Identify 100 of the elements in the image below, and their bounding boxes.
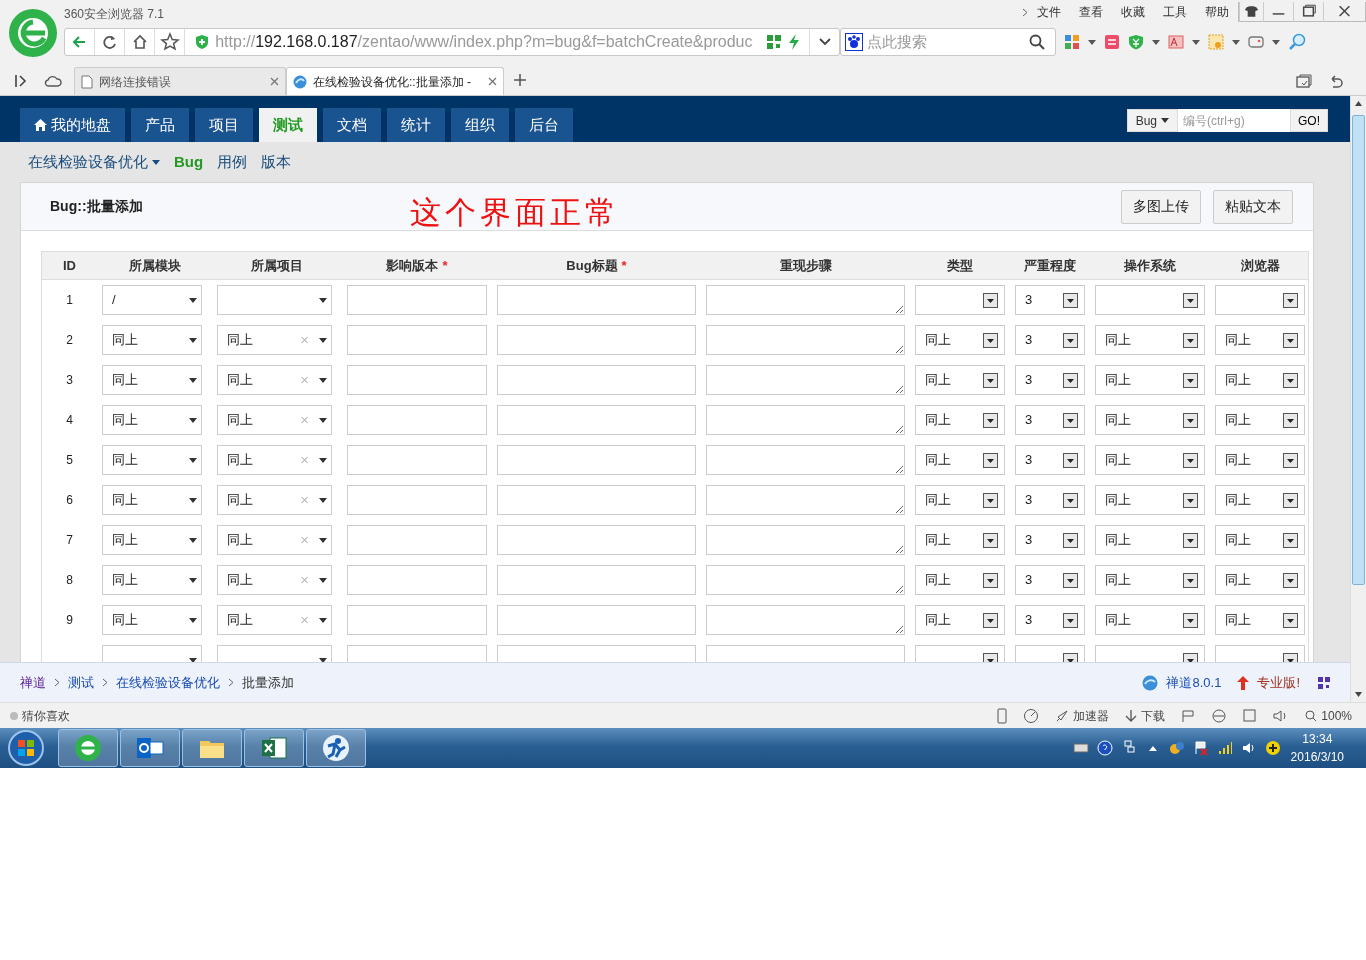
menu-item[interactable]: 文件 [1028,0,1070,24]
panel-title: Bug::批量添加 [50,197,144,216]
version-link[interactable]: 禅道8.0.1 [1166,672,1222,693]
search-type-dropdown[interactable]: Bug [1126,109,1178,132]
download-link[interactable]: 下载 [1141,706,1166,725]
breadcrumb-link[interactable]: 测试 [68,672,94,693]
nav-tab[interactable]: 后台 [515,108,573,142]
subnav-link[interactable]: 在线检验设备优化 [28,150,160,174]
module-select[interactable]: 同上 [102,445,202,475]
row-id: 8 [65,572,74,589]
type-select[interactable]: 同上 [915,365,1005,395]
severity-select[interactable]: 3 [1015,405,1085,435]
nav-tab[interactable]: 我的地盘 [20,108,125,142]
breadcrumb-link[interactable]: 禅道 [20,672,46,693]
column-header: 重现步骤 [778,256,833,275]
module-select[interactable]: 同上 [102,565,202,595]
project-select[interactable]: 同上 × [217,405,332,435]
browser-select[interactable]: 同上 [1215,445,1305,475]
project-select[interactable]: 同上 × [217,445,332,475]
project-select[interactable]: 同上 × [217,365,332,395]
zoom-level[interactable]: 100% [1321,706,1352,725]
row-id: 1 [65,292,74,309]
os-select[interactable]: 同上 [1095,565,1205,595]
type-select[interactable]: 同上 [915,445,1005,475]
status-text[interactable]: 猜你喜欢 [22,706,70,725]
column-header: 所属模块 [127,256,182,275]
os-select[interactable]: 同上 [1095,405,1205,435]
browser-select[interactable]: 同上 [1215,485,1305,515]
nav-tab[interactable]: 组织 [451,108,509,142]
column-header: 操作系统 [1123,256,1177,275]
type-select[interactable]: 同上 [915,525,1005,555]
browser-select[interactable]: 同上 [1215,325,1305,355]
os-select[interactable]: 同上 [1095,365,1205,395]
project-select[interactable]: 同上 × [217,485,332,515]
severity-select[interactable]: 3 [1015,565,1085,595]
type-select[interactable]: 同上 [915,325,1005,355]
os-select[interactable]: 同上 [1095,485,1205,515]
project-select[interactable]: 同上 × [217,325,332,355]
subnav-link[interactable]: 用例 [217,150,248,174]
row-id: 6 [65,492,74,509]
project-select[interactable]: 同上 × [217,605,332,635]
row-id: 3 [65,372,74,389]
module-select[interactable]: 同上 [102,485,202,515]
nav-tab[interactable]: 产品 [131,108,189,142]
toolbar-button[interactable]: 多图上传 [1121,189,1201,224]
browser-tab[interactable]: 网络连接错误 [74,67,286,95]
accelerator-link[interactable]: 加速器 [1073,706,1110,725]
column-header: 所属项目 [250,256,304,275]
menu-item[interactable]: 帮助 [1196,0,1238,24]
type-select[interactable]: 同上 [915,485,1005,515]
type-select[interactable]: 同上 [915,605,1005,635]
module-select[interactable]: 同上 [102,405,202,435]
severity-select[interactable]: 3 [1015,485,1085,515]
column-header: 严重程度 [1023,256,1077,275]
breadcrumb-link[interactable]: 在线检验设备优化 [116,672,220,693]
module-select[interactable]: 同上 [102,605,202,635]
clock[interactable]: 13:34 2016/3/10 [1290,730,1344,766]
module-select[interactable]: / [102,285,202,315]
browser-select[interactable]: 同上 [1215,365,1305,395]
toolbar-button[interactable]: 粘贴文本 [1213,189,1293,224]
row-id: 4 [65,412,74,429]
os-select[interactable]: 同上 [1095,445,1205,475]
severity-select[interactable]: 3 [1015,525,1085,555]
menu-item[interactable]: 收藏 [1112,0,1154,24]
row-id: 5 [65,452,74,469]
module-select[interactable]: 同上 [102,525,202,555]
os-select[interactable]: 同上 [1095,525,1205,555]
severity-select[interactable]: 3 [1015,285,1085,315]
window-title: 360安全浏览器 7.1 [64,6,165,23]
nav-tab[interactable]: 统计 [387,108,445,142]
severity-select[interactable]: 3 [1015,325,1085,355]
subnav-link[interactable]: 版本 [261,150,292,174]
menu-item[interactable]: 工具 [1154,0,1196,24]
menu-item[interactable]: 查看 [1070,0,1112,24]
os-select[interactable]: 同上 [1095,605,1205,635]
type-select[interactable]: 同上 [915,405,1005,435]
os-select[interactable]: 同上 [1095,325,1205,355]
row-id: 2 [65,332,74,349]
column-header: 浏览器 [1239,256,1281,275]
go-button[interactable]: GO! [1290,109,1328,132]
module-select[interactable]: 同上 [102,325,202,355]
nav-tab[interactable]: 文档 [323,108,381,142]
module-select[interactable]: 同上 [102,365,202,395]
severity-select[interactable]: 3 [1015,365,1085,395]
project-select[interactable]: 同上 × [217,565,332,595]
edition-link[interactable]: 专业版! [1257,672,1300,693]
browser-tab[interactable]: 在线检验设备优化::批量添加 - [286,67,504,95]
severity-select[interactable]: 3 [1015,445,1085,475]
row-id: 9 [65,612,74,629]
browser-select[interactable]: 同上 [1215,565,1305,595]
project-select[interactable]: 同上 × [217,525,332,555]
nav-tab[interactable]: 项目 [195,108,253,142]
browser-select[interactable]: 同上 [1215,405,1305,435]
browser-select[interactable]: 同上 [1215,605,1305,635]
annotation: 这个界面正常 [410,193,620,233]
browser-select[interactable]: 同上 [1215,525,1305,555]
row-id: 7 [65,532,74,549]
type-select[interactable]: 同上 [915,565,1005,595]
column-header: 影响版本 * [385,256,449,275]
severity-select[interactable]: 3 [1015,605,1085,635]
